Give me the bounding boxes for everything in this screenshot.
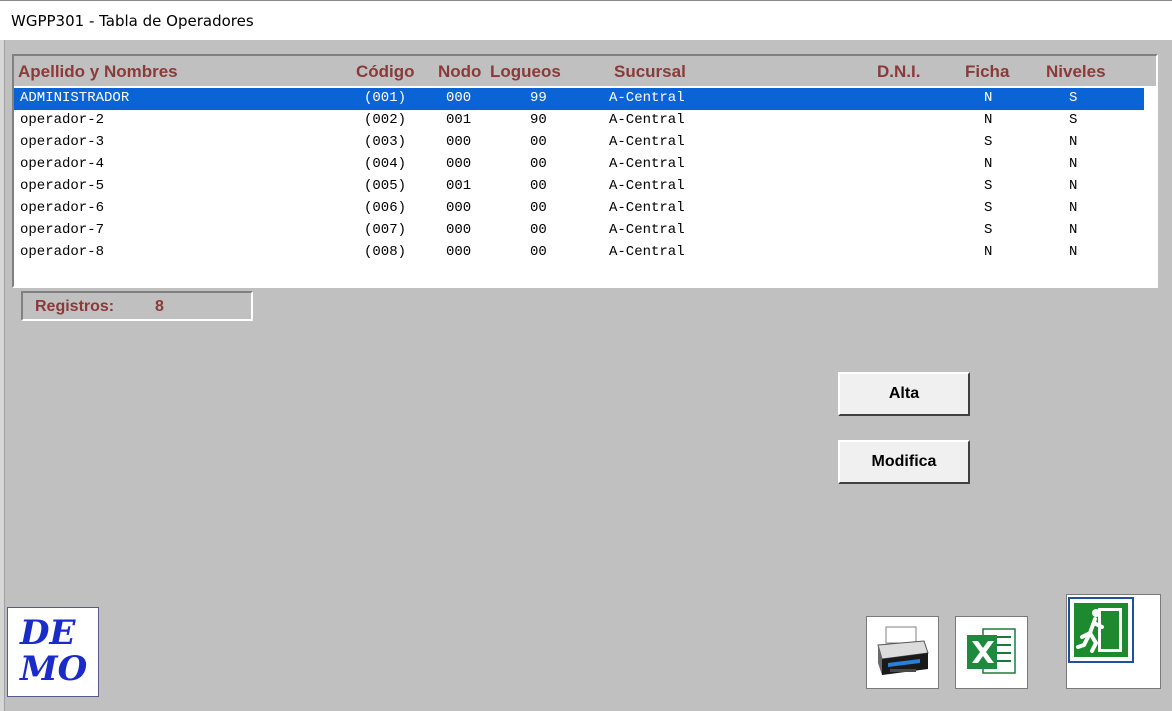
- cell-nombre: operador-3: [20, 134, 105, 150]
- alta-button[interactable]: Alta: [838, 372, 970, 416]
- cell-ficha: S: [984, 222, 993, 238]
- title-bar: WGPP301 - Tabla de Operadores: [0, 0, 1172, 40]
- header-codigo[interactable]: Código: [356, 62, 415, 82]
- cell-logueos: 90: [530, 112, 547, 128]
- cell-sucursal: A-Central: [609, 178, 685, 194]
- exit-button[interactable]: [1066, 594, 1161, 689]
- demo-logo-line1: DE: [20, 613, 76, 653]
- cell-logueos: 00: [530, 178, 547, 194]
- demo-logo-line2: MO: [20, 649, 88, 689]
- header-niveles[interactable]: Niveles: [1046, 62, 1106, 82]
- header-ficha[interactable]: Ficha: [965, 62, 1009, 82]
- operators-grid[interactable]: Apellido y Nombres Código Nodo Logueos S…: [12, 54, 1158, 288]
- cell-nodo: 000: [446, 134, 472, 150]
- cell-nombre: operador-8: [20, 244, 105, 260]
- cell-nombre: ADMINISTRADOR: [20, 90, 130, 106]
- modifica-button[interactable]: Modifica: [838, 440, 970, 484]
- cell-sucursal: A-Central: [609, 134, 685, 150]
- cell-logueos: 00: [530, 244, 547, 260]
- cell-logueos: 00: [530, 156, 547, 172]
- printer-icon: [877, 626, 929, 675]
- cell-logueos: 99: [530, 90, 547, 106]
- grid-header: Apellido y Nombres Código Nodo Logueos S…: [14, 56, 1156, 86]
- cell-sucursal: A-Central: [609, 222, 685, 238]
- table-row[interactable]: ADMINISTRADOR (001) 000 99 A-Central N S: [14, 88, 1144, 110]
- cell-nodo: 000: [446, 90, 472, 106]
- cell-logueos: 00: [530, 200, 547, 216]
- cell-niveles: S: [1069, 112, 1078, 128]
- cell-ficha: N: [984, 112, 993, 128]
- header-apellido-nombres[interactable]: Apellido y Nombres: [18, 62, 178, 82]
- cell-nombre: operador-4: [20, 156, 105, 172]
- cell-niveles: N: [1069, 178, 1078, 194]
- cell-ficha: N: [984, 244, 993, 260]
- header-sucursal[interactable]: Sucursal: [614, 62, 686, 82]
- cell-sucursal: A-Central: [609, 90, 685, 106]
- cell-niveles: N: [1069, 156, 1078, 172]
- cell-sucursal: A-Central: [609, 244, 685, 260]
- cell-nombre: operador-7: [20, 222, 105, 238]
- cell-ficha: S: [984, 134, 993, 150]
- cell-codigo: (002): [364, 112, 407, 128]
- cell-niveles: N: [1069, 134, 1078, 150]
- cell-codigo: (007): [364, 222, 407, 238]
- cell-niveles: N: [1069, 222, 1078, 238]
- cell-nodo: 000: [446, 222, 472, 238]
- cell-sucursal: A-Central: [609, 200, 685, 216]
- cell-nodo: 000: [446, 200, 472, 216]
- cell-codigo: (003): [364, 134, 407, 150]
- table-row[interactable]: operador-2 (002) 001 90 A-Central N S: [14, 110, 1144, 132]
- cell-nombre: operador-6: [20, 200, 105, 216]
- registros-counter: Registros: 8: [21, 291, 253, 321]
- cell-nodo: 000: [446, 244, 472, 260]
- registros-count: 8: [155, 298, 164, 315]
- table-row[interactable]: operador-6 (006) 000 00 A-Central S N: [14, 198, 1144, 220]
- cell-codigo: (004): [364, 156, 407, 172]
- cell-sucursal: A-Central: [609, 156, 685, 172]
- table-row[interactable]: operador-5 (005) 001 00 A-Central S N: [14, 176, 1144, 198]
- cell-nombre: operador-5: [20, 178, 105, 194]
- window-title: WGPP301 - Tabla de Operadores: [11, 12, 254, 30]
- cell-nodo: 001: [446, 178, 472, 194]
- cell-codigo: (001): [364, 90, 407, 106]
- cell-ficha: S: [984, 200, 993, 216]
- cell-niveles: N: [1069, 200, 1078, 216]
- cell-niveles: S: [1069, 90, 1078, 106]
- cell-codigo: (006): [364, 200, 407, 216]
- print-button[interactable]: [866, 616, 939, 689]
- table-row[interactable]: operador-8 (008) 000 00 A-Central N N: [14, 242, 1144, 264]
- cell-logueos: 00: [530, 222, 547, 238]
- cell-nodo: 001: [446, 112, 472, 128]
- cell-sucursal: A-Central: [609, 112, 685, 128]
- cell-ficha: N: [984, 156, 993, 172]
- table-row[interactable]: operador-7 (007) 000 00 A-Central S N: [14, 220, 1144, 242]
- demo-logo: DE MO: [7, 607, 99, 697]
- header-nodo[interactable]: Nodo: [438, 62, 481, 82]
- header-dni[interactable]: D.N.I.: [877, 62, 920, 82]
- excel-export-button[interactable]: [955, 616, 1028, 689]
- exit-icon: [1068, 597, 1134, 663]
- registros-label: Registros:: [35, 298, 115, 315]
- cell-nodo: 000: [446, 156, 472, 172]
- excel-icon: [967, 628, 1016, 674]
- cell-ficha: S: [984, 178, 993, 194]
- cell-ficha: N: [984, 90, 993, 106]
- cell-nombre: operador-2: [20, 112, 105, 128]
- window-left-edge: [0, 40, 5, 711]
- table-row[interactable]: operador-4 (004) 000 00 A-Central N N: [14, 154, 1144, 176]
- grid-rows: ADMINISTRADOR (001) 000 99 A-Central N Soperad…: [14, 88, 1144, 264]
- cell-codigo: (008): [364, 244, 407, 260]
- cell-niveles: N: [1069, 244, 1078, 260]
- cell-codigo: (005): [364, 178, 407, 194]
- cell-logueos: 00: [530, 134, 547, 150]
- header-logueos[interactable]: Logueos: [490, 62, 561, 82]
- table-row[interactable]: operador-3 (003) 000 00 A-Central S N: [14, 132, 1144, 154]
